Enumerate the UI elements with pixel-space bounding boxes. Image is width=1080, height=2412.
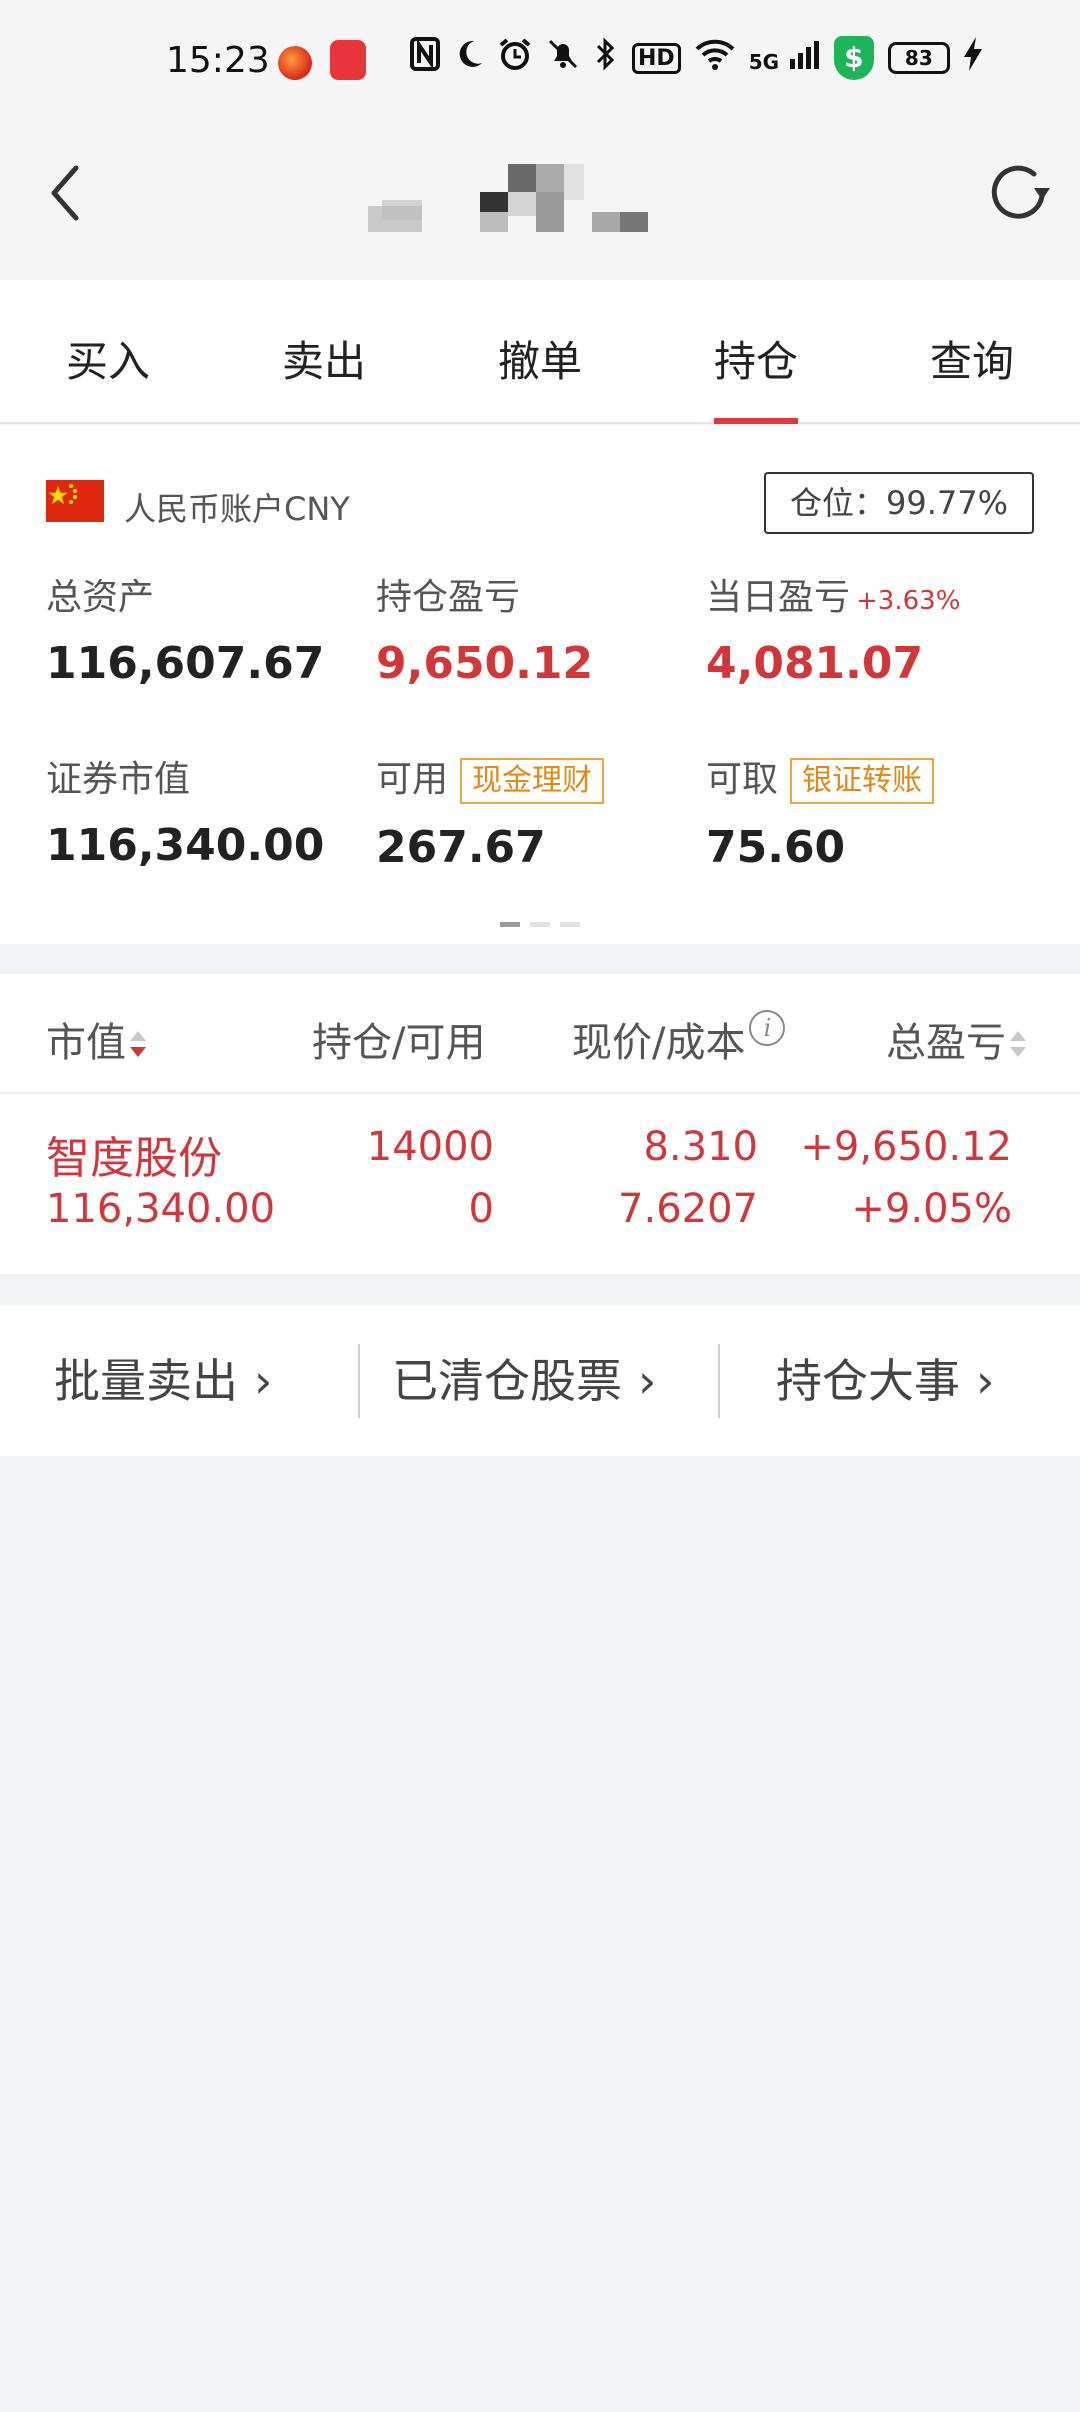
sort-icon <box>130 1025 148 1065</box>
stock-quantity: 14000 <box>366 1124 494 1170</box>
divider <box>358 1344 360 1418</box>
market-value-label: 证券市值 <box>46 759 191 800</box>
notification-app-icon <box>278 46 312 80</box>
stock-market-value: 116,340.00 <box>46 1186 276 1232</box>
header-price-label: 现价/成本 <box>572 1020 746 1066</box>
trade-tabs: 买入 卖出 撤单 持仓 查询 <box>0 280 1080 424</box>
cleared-stocks-label: 已清仓股票 <box>392 1354 622 1408</box>
market-value-value: 116,340.00 <box>46 820 325 871</box>
stock-name: 智度股份 <box>46 1133 222 1184</box>
header-total-pl-label: 总盈亏 <box>886 1020 1006 1066</box>
withdrawable-cell: 可取 银证转账 75.60 <box>706 750 935 873</box>
withdrawable-label: 可取 <box>706 759 779 800</box>
account-summary: 人民币账户CNY 仓位：99.77% 总资产 116,607.67 持仓盈亏 9… <box>0 426 1080 944</box>
available-cell: 可用 现金理财 267.67 <box>376 750 605 873</box>
tab-holdings[interactable]: 持仓 <box>648 280 864 424</box>
header-position: 持仓/可用 <box>312 1020 486 1066</box>
tab-buy[interactable]: 买入 <box>0 280 216 422</box>
header-price: 现价/成本 i <box>572 1010 786 1068</box>
chevron-right-icon: › <box>638 1354 657 1408</box>
holding-pl-value: 9,650.12 <box>376 638 594 689</box>
divider <box>718 1344 720 1418</box>
wifi-icon <box>695 37 735 80</box>
bluetooth-icon <box>594 36 618 80</box>
chevron-right-icon: › <box>976 1354 995 1408</box>
blurred-title <box>368 140 668 250</box>
holding-pl-cell: 持仓盈亏 9,650.12 <box>376 568 593 689</box>
table-header: 市值 持仓/可用 现价/成本 i 总盈亏 <box>0 974 1080 1094</box>
cash-management-button[interactable]: 现金理财 <box>460 758 605 804</box>
table-row[interactable]: 智度股份 116,340.00 14000 0 8.310 7.6207 +9,… <box>0 1094 1080 1274</box>
available-label: 可用 <box>376 759 449 800</box>
info-icon[interactable]: i <box>749 1010 786 1046</box>
stock-cost: 7.6207 <box>618 1186 758 1232</box>
cleared-stocks-link[interactable]: 已清仓股票 › <box>392 1306 656 1456</box>
available-label-row: 可用 现金理财 <box>376 750 605 804</box>
page-dot-1 <box>500 922 520 927</box>
tab-sell[interactable]: 卖出 <box>216 280 432 422</box>
nfc-icon <box>410 36 440 80</box>
header-market-value[interactable]: 市值 <box>46 1010 148 1068</box>
account-type-label: 人民币账户CNY <box>124 490 350 528</box>
5g-signal-icon: 5G <box>749 38 820 78</box>
total-assets-cell: 总资产 116,607.67 <box>46 568 324 689</box>
chevron-left-icon <box>51 165 79 221</box>
position-ratio-badge: 仓位：99.77% <box>764 472 1034 534</box>
refresh-icon <box>991 165 1050 219</box>
alarm-icon <box>498 37 532 80</box>
back-button[interactable] <box>40 158 100 228</box>
header-market-value-label: 市值 <box>46 1020 126 1066</box>
charging-icon <box>963 37 982 79</box>
china-flag-icon <box>46 480 104 522</box>
top-nav-bar <box>0 120 1080 280</box>
tab-cancel[interactable]: 撤单 <box>432 280 648 422</box>
status-time: 15:23 <box>166 40 270 81</box>
stock-price: 8.310 <box>643 1124 758 1170</box>
available-value: 267.67 <box>376 822 546 873</box>
holding-pl-label: 持仓盈亏 <box>376 577 521 618</box>
bank-transfer-button[interactable]: 银证转账 <box>790 758 935 804</box>
refresh-button[interactable] <box>984 158 1054 228</box>
market-value-cell: 证券市值 116,340.00 <box>46 750 324 871</box>
hd-icon: HD <box>632 42 681 74</box>
total-assets-value: 116,607.67 <box>46 638 325 689</box>
stock-available: 0 <box>468 1186 494 1232</box>
header-total-pl[interactable]: 总盈亏 <box>886 1010 1028 1068</box>
holding-events-label: 持仓大事 <box>776 1354 960 1408</box>
holdings-table: 市值 持仓/可用 现价/成本 i 总盈亏 智度股份 116,340.00 1400… <box>0 974 1080 1274</box>
daily-pl-label-row: 当日盈亏 +3.63% <box>706 568 960 620</box>
batch-sell-link[interactable]: 批量卖出 › <box>54 1306 272 1456</box>
holding-events-link[interactable]: 持仓大事 › <box>776 1306 994 1456</box>
daily-pl-value: 4,081.07 <box>706 638 924 689</box>
page-indicator <box>0 922 1080 927</box>
battery-icon: 83 <box>887 42 950 74</box>
total-assets-label: 总资产 <box>46 577 155 618</box>
quick-links: 批量卖出 › 已清仓股票 › 持仓大事 › <box>0 1306 1080 1456</box>
shield-icon: $ <box>833 36 874 80</box>
network-label: 5G <box>748 50 780 74</box>
tab-query[interactable]: 查询 <box>864 280 1080 422</box>
page-dot-2 <box>530 922 550 927</box>
sort-icon <box>1010 1025 1028 1065</box>
batch-sell-label: 批量卖出 <box>54 1354 238 1408</box>
daily-pl-percent: +3.63% <box>856 586 961 616</box>
daily-pl-label: 当日盈亏 <box>706 577 851 618</box>
withdrawable-label-row: 可取 银证转账 <box>706 750 935 804</box>
status-bar: 15:23 HD 5G $ 83 <box>0 0 1080 120</box>
page-dot-3 <box>560 922 580 927</box>
chevron-right-icon: › <box>254 1354 273 1408</box>
daily-pl-cell: 当日盈亏 +3.63% 4,081.07 <box>706 568 960 689</box>
stock-pl-percent: +9.05% <box>851 1186 1012 1232</box>
stock-pl: +9,650.12 <box>800 1124 1012 1170</box>
mute-icon <box>546 37 580 80</box>
moon-icon <box>454 37 484 80</box>
notification-app-icon-2 <box>330 40 366 80</box>
withdrawable-value: 75.60 <box>706 822 846 873</box>
status-icons: HD 5G $ 83 <box>410 36 982 80</box>
